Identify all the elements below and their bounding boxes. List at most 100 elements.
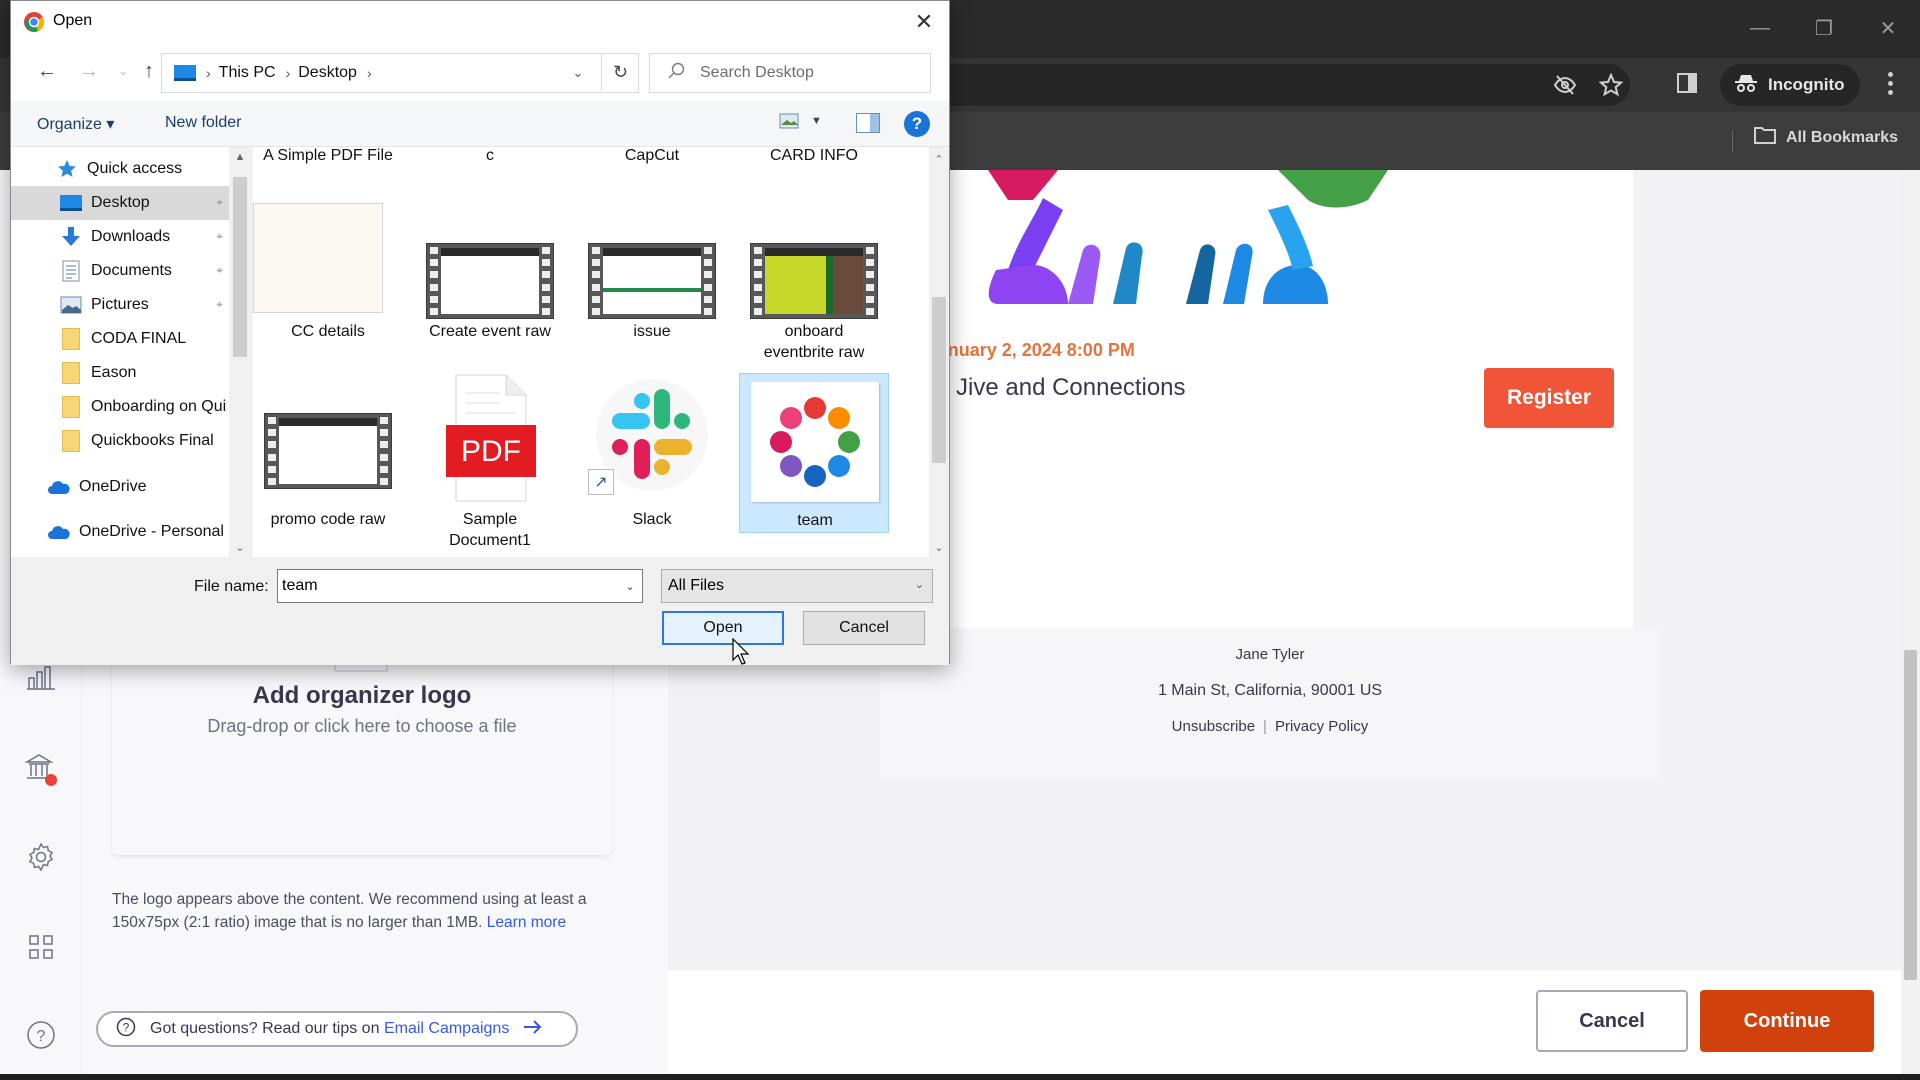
scroll-down-arrow-icon[interactable]: ⌄ bbox=[229, 537, 251, 557]
file-name-dropdown-icon[interactable]: ⌄ bbox=[618, 570, 642, 602]
file-name-value: team bbox=[282, 577, 318, 594]
footer-organizer-name: Jane Tyler bbox=[1235, 646, 1305, 663]
file-name: Create event raw bbox=[429, 323, 551, 340]
folder-path-bar[interactable]: › This PC › Desktop › ⌄ bbox=[161, 53, 639, 93]
scroll-down-arrow-icon[interactable]: ⌄ bbox=[929, 537, 949, 557]
scroll-up-arrow-icon[interactable]: ⌃ bbox=[929, 149, 949, 169]
file-item[interactable]: onboard eventbrite raw bbox=[739, 203, 889, 361]
continue-button[interactable]: Continue bbox=[1700, 990, 1874, 1052]
nav-item-label: Onboarding on Qui bbox=[91, 398, 227, 415]
scroll-up-arrow-icon[interactable]: ▲ bbox=[229, 147, 251, 167]
breadcrumb-desktop[interactable]: Desktop bbox=[298, 64, 357, 82]
incognito-indicator[interactable]: Incognito bbox=[1720, 64, 1860, 106]
file-name: promo code raw bbox=[270, 511, 386, 528]
side-panel-button[interactable] bbox=[1672, 68, 1702, 98]
back-arrow-icon[interactable]: ← bbox=[35, 57, 59, 85]
open-button[interactable]: Open bbox=[662, 611, 784, 645]
bookmarks-separator bbox=[1732, 130, 1733, 152]
nav-item-onedrive-personal[interactable]: OneDrive - Personal bbox=[11, 515, 229, 549]
file-name: A Simple PDF File bbox=[263, 147, 393, 164]
recent-locations-chevron-icon[interactable]: ⌄ bbox=[111, 57, 135, 85]
forward-arrow-icon[interactable]: → bbox=[77, 57, 101, 85]
finance-bank-icon[interactable] bbox=[24, 752, 58, 786]
search-desktop-input[interactable]: Search Desktop bbox=[649, 53, 931, 93]
help-icon[interactable]: ? bbox=[24, 1018, 58, 1052]
slack-logo-icon: ↗ bbox=[588, 373, 716, 503]
settings-gear-icon[interactable] bbox=[24, 840, 58, 874]
logo-title: Add organizer logo bbox=[252, 682, 472, 709]
image-thumbnail bbox=[253, 203, 383, 313]
new-folder-button[interactable]: New folder bbox=[165, 114, 241, 132]
all-bookmarks-button[interactable]: All Bookmarks bbox=[1754, 126, 1898, 149]
refresh-icon[interactable]: ↻ bbox=[601, 53, 639, 91]
restore-button[interactable]: ❐ bbox=[1792, 0, 1856, 56]
incognito-icon bbox=[1734, 72, 1758, 99]
desktop-icon bbox=[59, 192, 83, 214]
file-name: CapCut bbox=[624, 147, 680, 164]
email-campaigns-link[interactable]: Email Campaigns bbox=[384, 1020, 509, 1037]
pictures-icon bbox=[59, 294, 83, 316]
learn-more-link[interactable]: Learn more bbox=[487, 914, 566, 931]
nav-pane-scrollbar[interactable]: ▲ ⌄ bbox=[229, 147, 251, 557]
file-name-input[interactable]: team ⌄ bbox=[277, 569, 643, 603]
path-dropdown-icon[interactable]: ⌄ bbox=[560, 54, 596, 92]
open-file-dialog: Open ✕ ← → ⌄ ↑ › This PC › Desktop › ⌄ ↻… bbox=[10, 0, 950, 665]
unsubscribe-link[interactable]: Unsubscribe bbox=[1172, 718, 1255, 735]
file-name: c bbox=[486, 147, 494, 164]
nav-item-pictures[interactable]: Pictures ⌖ bbox=[11, 288, 229, 322]
nav-item-label: OneDrive - Personal bbox=[79, 523, 224, 540]
file-item[interactable]: issue bbox=[577, 203, 727, 353]
nav-item-label: Documents bbox=[91, 262, 172, 279]
page-scrollbar[interactable] bbox=[1901, 170, 1920, 1074]
up-arrow-icon[interactable]: ↑ bbox=[137, 57, 161, 85]
minimize-button[interactable]: — bbox=[1728, 0, 1792, 56]
dialog-cancel-button[interactable]: Cancel bbox=[803, 611, 925, 645]
file-list-scrollbar[interactable]: ⌃ ⌄ bbox=[929, 147, 949, 557]
svg-text:?: ? bbox=[123, 1020, 130, 1034]
file-item[interactable]: Create event raw bbox=[415, 203, 565, 353]
breadcrumb-this-pc[interactable]: This PC bbox=[219, 64, 276, 82]
file-item[interactable]: team bbox=[739, 373, 889, 533]
privacy-policy-link[interactable]: Privacy Policy bbox=[1275, 718, 1368, 735]
dialog-close-button[interactable]: ✕ bbox=[909, 7, 939, 37]
video-thumbnail bbox=[588, 243, 716, 319]
nav-item-onboarding-on-qui[interactable]: Onboarding on Qui bbox=[11, 390, 229, 424]
nav-item-eason[interactable]: Eason bbox=[11, 356, 229, 390]
file-item[interactable]: PDF Sample Document1 bbox=[415, 373, 565, 549]
register-button[interactable]: Register bbox=[1484, 368, 1614, 428]
nav-item-quickbooks-final[interactable]: Quickbooks Final bbox=[11, 424, 229, 458]
action-bar: Cancel Continue bbox=[668, 970, 1901, 1074]
video-thumbnail bbox=[750, 243, 878, 319]
file-item[interactable]: ↗ Slack bbox=[577, 373, 727, 533]
help-icon[interactable]: ? bbox=[904, 111, 930, 137]
nav-item-quick-access[interactable]: Quick access bbox=[11, 152, 229, 186]
organize-menu[interactable]: Organize ▾ bbox=[37, 114, 114, 134]
svg-text:?: ? bbox=[37, 1028, 46, 1045]
nav-item-onedrive[interactable]: OneDrive bbox=[11, 470, 229, 504]
apps-grid-icon[interactable] bbox=[24, 930, 58, 964]
email-card: esday, January 2, 2024 8:00 PM usiness J… bbox=[868, 170, 1633, 630]
file-type-select[interactable]: All Files ⌄ bbox=[661, 569, 933, 603]
file-name: onboard eventbrite raw bbox=[763, 323, 865, 361]
dialog-titlebar: Open ✕ bbox=[11, 1, 949, 43]
browser-menu-button[interactable] bbox=[1878, 68, 1902, 98]
tips-banner[interactable]: ? Got questions? Read our tips on Email … bbox=[96, 1011, 578, 1047]
analytics-icon[interactable] bbox=[24, 660, 58, 694]
change-view-button[interactable]: ▼ bbox=[779, 113, 822, 129]
eye-off-icon[interactable] bbox=[1552, 72, 1578, 98]
address-bar[interactable] bbox=[900, 64, 1630, 106]
preview-pane-icon[interactable] bbox=[856, 113, 880, 133]
nav-item-desktop[interactable]: Desktop ⌖ bbox=[11, 186, 229, 220]
nav-item-documents[interactable]: Documents ⌖ bbox=[11, 254, 229, 288]
chrome-app-icon bbox=[23, 11, 45, 33]
nav-item-downloads[interactable]: Downloads ⌖ bbox=[11, 220, 229, 254]
file-item[interactable]: promo code raw bbox=[253, 373, 403, 533]
cancel-button[interactable]: Cancel bbox=[1536, 990, 1688, 1052]
bookmark-star-icon[interactable] bbox=[1598, 72, 1624, 98]
dialog-navbar: ← → ⌄ ↑ › This PC › Desktop › ⌄ ↻ Search… bbox=[11, 43, 949, 101]
nav-item-coda-final[interactable]: CODA FINAL bbox=[11, 322, 229, 356]
pdf-file-icon: PDF bbox=[426, 373, 554, 503]
close-window-button[interactable]: ✕ bbox=[1856, 0, 1920, 56]
this-pc-icon bbox=[174, 65, 196, 81]
file-item[interactable]: CC details bbox=[253, 203, 403, 353]
